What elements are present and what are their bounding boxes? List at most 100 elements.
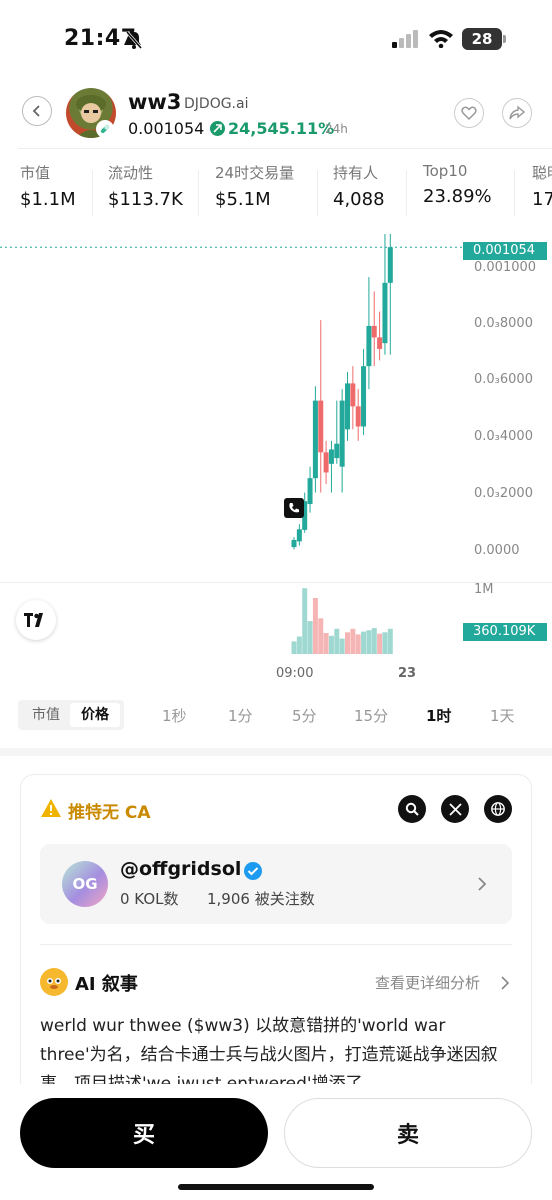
stat-separator [406,170,407,216]
search-button[interactable] [398,795,426,823]
stat-value: $113.7K [108,189,183,210]
stat-label: 流动性 [108,164,154,182]
pill-icon [100,124,110,134]
trend-up-icon [210,121,225,136]
favorite-button[interactable] [454,98,484,128]
volume-bar [328,635,334,654]
back-button[interactable] [22,96,52,126]
y-axis-tick: 0.0₃6000 [474,372,533,387]
timeframe-1d[interactable]: 1天 [490,705,515,726]
stat-value: $5.1M [215,189,271,210]
volume-bar [323,633,329,654]
token-price: 0.001054 [128,119,205,138]
home-indicator [178,1184,374,1190]
token-change: 24,545.11% [228,119,335,138]
volume-current-tag: 360.109K [463,623,547,641]
back-arrow-icon [32,105,40,117]
timeframe-1h[interactable]: 1时 [426,705,451,726]
battery-indicator: 28 [462,28,502,50]
stat-market-cap: 市值 $1.1M [20,162,76,222]
buy-button[interactable]: 买 [20,1098,268,1168]
volume-bar [307,621,313,654]
share-icon [509,105,525,120]
candle [339,389,345,493]
stat-separator [514,170,515,216]
sell-button[interactable]: 卖 [284,1098,532,1168]
volume-bar [296,636,302,654]
candle [350,366,356,430]
timeframe-1s[interactable]: 1秒 [162,705,187,726]
metric-price[interactable]: 价格 [70,703,120,727]
candle [382,234,388,355]
timeframe-5m[interactable]: 5分 [292,705,317,726]
candle [323,440,329,484]
volume-bar [371,628,377,654]
account-avatar: OG [62,861,108,907]
candle [366,277,372,390]
account-handle: @offgridsol [120,858,242,880]
phone-icon[interactable] [284,498,304,518]
stat-smart-money: 聪明 17 [532,162,552,222]
token-source: DJDOG.ai [184,96,249,112]
volume-bar [339,638,345,654]
y-axis-tick: 0.001000 [474,260,537,275]
status-bar: 21:47 28 [0,0,552,80]
search-icon [405,802,419,816]
volume-bar [312,598,318,654]
token-name: ww3 [128,90,182,114]
current-price-tag: 0.001054 [463,242,547,260]
volume-bar [318,618,324,654]
stat-top10: Top10 23.89% [423,162,492,222]
timeframe-15m[interactable]: 15分 [354,705,388,726]
heart-icon [461,106,477,121]
volume-bar [345,632,350,654]
timeframe-1m[interactable]: 1分 [228,705,253,726]
stat-value: 17 [532,189,552,210]
stats-row: 市值 $1.1M 流动性 $113.7K 24时交易量 $5.1M 持有人 4,… [0,162,552,226]
ai-detail-link[interactable]: 查看更详细分析 [375,972,480,993]
volume-bar [350,628,356,654]
x-button[interactable] [441,795,469,823]
y-axis-tick: 0.0₃4000 [474,429,533,444]
avatar-badge [96,120,114,138]
share-button[interactable] [502,98,532,128]
stat-value: 4,088 [333,189,385,210]
stat-separator [317,170,318,216]
candle [296,524,302,546]
globe-icon [491,802,505,816]
stat-label: 聪明 [532,164,552,182]
candle [291,537,297,550]
candle [345,371,350,441]
twitter-account-card[interactable] [40,844,512,924]
timeframe-row: 市值 价格 1秒 1分 5分 15分 1时 1天 [0,700,552,732]
website-button[interactable] [484,795,512,823]
stat-volume-24h: 24时交易量 $5.1M [215,162,294,222]
volume-bar [355,634,361,654]
card-divider [40,944,512,945]
volume-bar [334,628,340,654]
stat-separator [92,170,93,216]
candle [371,291,377,367]
x-logo-icon [448,802,462,816]
volume-bar [302,588,308,654]
stat-liquidity: 流动性 $113.7K [108,162,183,222]
stat-holders: 持有人 4,088 [333,162,385,222]
price-chart[interactable] [0,234,552,690]
chart-divider [0,582,552,583]
candle [318,320,324,493]
wifi-icon [429,30,453,48]
chevron-right-icon [501,976,510,990]
battery-nub [503,35,506,43]
token-period: 24h [325,122,348,136]
stat-separator [198,170,199,216]
stat-label: 持有人 [333,164,379,182]
candle [377,311,383,361]
chevron-right-icon [478,877,487,891]
metric-market-cap[interactable]: 市值 [24,703,68,727]
tradingview-logo-icon[interactable] [16,600,56,640]
account-follower-count: 1,906 被关注数 [207,890,315,908]
warning-icon [41,799,61,817]
stat-value: $1.1M [20,189,76,210]
ai-narrative-title: AI 叙事 [75,974,138,995]
y-axis-tick: 0.0₃8000 [474,316,533,331]
